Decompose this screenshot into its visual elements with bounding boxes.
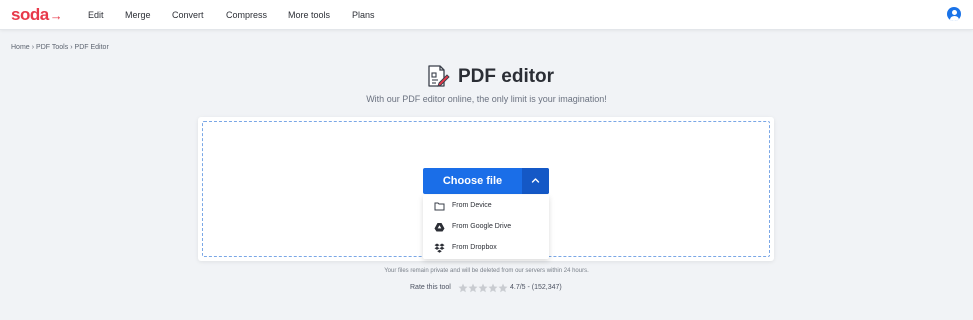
star-icon[interactable] xyxy=(498,283,508,293)
choose-file-split-button: Choose file xyxy=(423,168,549,194)
page-title: PDF editor xyxy=(458,66,555,87)
nav-merge[interactable]: Merge xyxy=(125,10,151,20)
star-icon[interactable] xyxy=(478,283,488,293)
nav-plans[interactable]: Plans xyxy=(352,10,375,20)
menu-item-from-device[interactable]: From Device xyxy=(423,196,549,217)
user-icon-body xyxy=(949,15,959,21)
breadcrumb-pdf-tools[interactable]: PDF Tools xyxy=(36,44,68,51)
user-icon-head xyxy=(951,9,957,15)
page-subtitle: With our PDF editor online, the only lim… xyxy=(366,94,607,104)
privacy-note: Your files remain private and will be de… xyxy=(384,268,589,274)
breadcrumb-separator: › xyxy=(31,44,35,51)
folder-icon xyxy=(434,202,445,211)
menu-item-label: From Google Drive xyxy=(452,223,512,230)
menu-item-label: From Device xyxy=(452,202,492,209)
menu-item-from-google-drive[interactable]: From Google Drive xyxy=(423,217,549,238)
choose-file-button[interactable]: Choose file xyxy=(423,168,522,194)
top-navigation-bar: soda→ Edit Merge Convert Compress More t… xyxy=(0,0,973,30)
rating-value: 4.7/5 - (152,347) xyxy=(510,284,562,291)
upload-source-toggle[interactable] xyxy=(522,168,549,194)
google-drive-icon xyxy=(434,223,445,232)
rate-label: Rate this tool xyxy=(410,284,451,291)
chevron-up-icon xyxy=(531,178,540,183)
logo-arrow-icon: → xyxy=(49,8,63,23)
soda-logo[interactable]: soda→ xyxy=(11,5,63,25)
menu-item-from-dropbox[interactable]: From Dropbox xyxy=(423,238,549,259)
breadcrumb: Home › PDF Tools › PDF Editor xyxy=(11,44,109,51)
breadcrumb-separator: › xyxy=(70,44,73,51)
breadcrumb-pdf-editor[interactable]: PDF Editor xyxy=(75,44,109,51)
breadcrumb-home[interactable]: Home xyxy=(11,44,30,51)
star-icon[interactable] xyxy=(458,283,468,293)
star-icon[interactable] xyxy=(468,283,478,293)
menu-item-label: From Dropbox xyxy=(452,244,497,251)
nav-edit[interactable]: Edit xyxy=(88,10,104,20)
nav-convert[interactable]: Convert xyxy=(172,10,204,20)
star-icon[interactable] xyxy=(488,283,498,293)
nav-compress[interactable]: Compress xyxy=(226,10,267,20)
user-account-icon[interactable] xyxy=(947,7,961,21)
upload-source-menu: From Device From Google Drive From Dropb… xyxy=(423,195,549,259)
nav-more-tools[interactable]: More tools xyxy=(288,10,330,20)
pdf-edit-icon xyxy=(428,65,450,87)
dropbox-icon xyxy=(434,243,445,253)
